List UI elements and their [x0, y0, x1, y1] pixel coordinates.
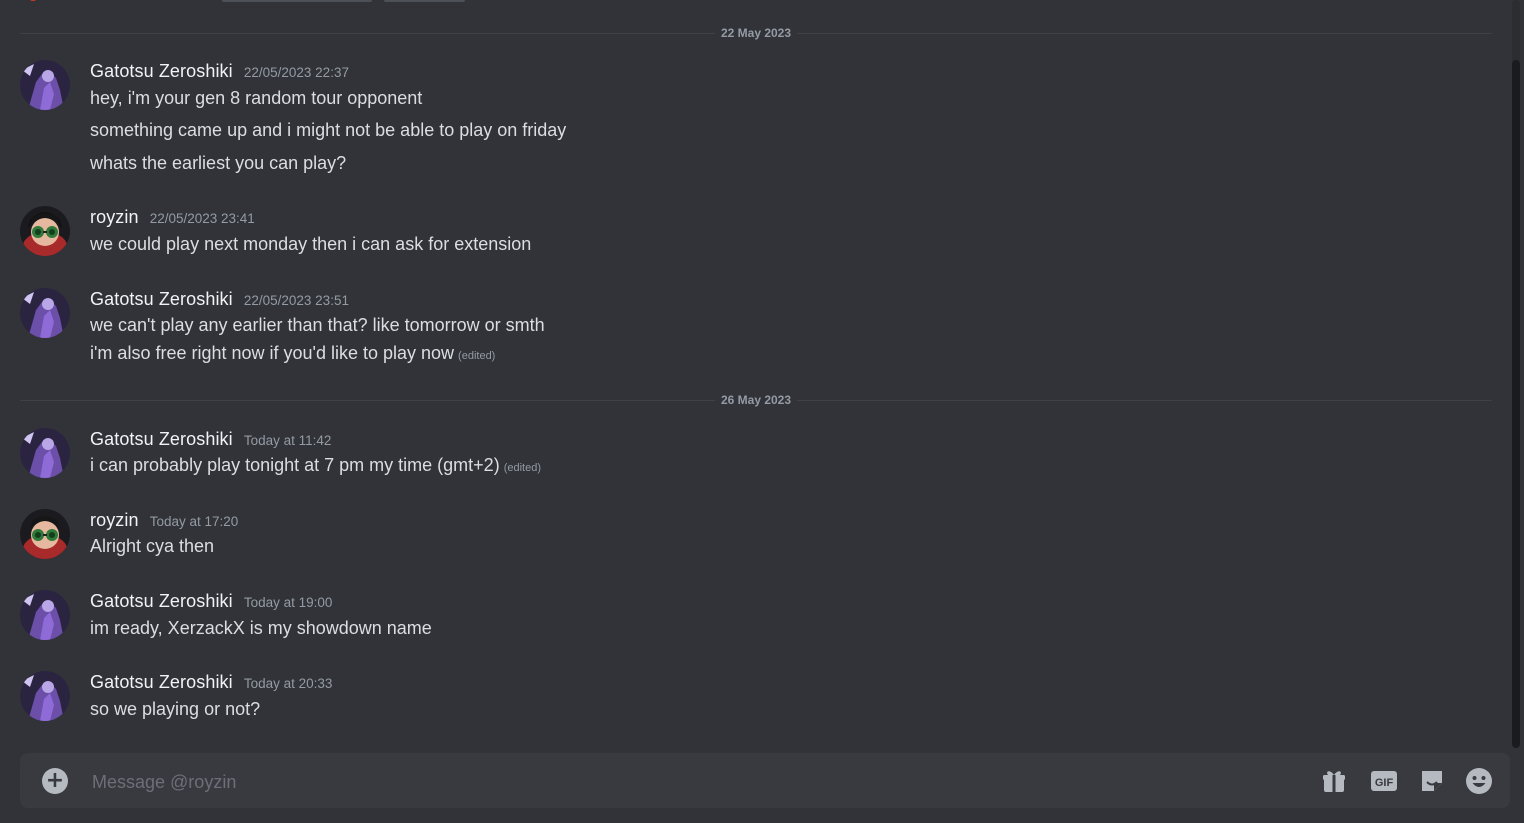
date-divider: 26 May 2023 — [20, 392, 1492, 408]
message-text: we could play next monday then i can ask… — [90, 234, 532, 254]
toolbar-button-remnant[interactable] — [222, 0, 372, 2]
message-header: Gatotsu Zeroshiki 22/05/2023 22:37 — [90, 60, 349, 84]
plus-circle-icon[interactable]: + — [42, 768, 68, 794]
username[interactable]: Gatotsu Zeroshiki — [90, 289, 233, 309]
status-dot — [30, 0, 36, 1]
message-text: im ready, XerzackX is my showdown name — [90, 618, 432, 638]
message-header: Gatotsu Zeroshiki Today at 11:42 — [90, 428, 331, 452]
avatar-gatotsu-image — [20, 671, 70, 721]
message-group: Gatotsu Zeroshiki 22/05/2023 22:37 hey, … — [0, 60, 1490, 180]
timestamp: 22/05/2023 22:37 — [243, 65, 349, 80]
username[interactable]: Gatotsu Zeroshiki — [90, 429, 233, 449]
date-divider-label: 26 May 2023 — [714, 392, 798, 408]
message-text: i can probably play tonight at 7 pm my t… — [90, 455, 500, 475]
timestamp: Today at 19:00 — [243, 595, 333, 610]
message-text: whats the earliest you can play? — [90, 153, 347, 173]
message-text: something came up and i might not be abl… — [90, 120, 567, 140]
gift-icon[interactable] — [1320, 767, 1348, 795]
gif-icon[interactable]: GIF — [1370, 767, 1398, 795]
message-text: so we playing or not? — [90, 699, 261, 719]
username[interactable]: royzin — [90, 207, 139, 227]
avatar[interactable] — [20, 206, 70, 256]
message-text: Alright cya then — [90, 536, 215, 556]
top-toolbar-remnant — [0, 0, 600, 4]
date-divider-label: 22 May 2023 — [714, 25, 798, 41]
message-text: hey, i'm your gen 8 random tour opponent — [90, 88, 423, 108]
username[interactable]: Gatotsu Zeroshiki — [90, 591, 233, 611]
message-group: Gatotsu Zeroshiki 22/05/2023 23:51 we ca… — [0, 288, 1490, 368]
message-group: Gatotsu Zeroshiki Today at 11:42 i can p… — [0, 428, 1490, 484]
username[interactable]: Gatotsu Zeroshiki — [90, 672, 233, 692]
message-text: i'm also free right now if you'd like to… — [90, 343, 455, 363]
emoji-icon[interactable] — [1465, 767, 1493, 795]
message-header: Gatotsu Zeroshiki 22/05/2023 23:51 — [90, 288, 349, 312]
username[interactable]: Gatotsu Zeroshiki — [90, 61, 233, 81]
gif-label: GIF — [1375, 777, 1394, 789]
message-header: Gatotsu Zeroshiki Today at 20:33 — [90, 671, 332, 695]
avatar-royzin-image — [20, 206, 70, 256]
message-header: Gatotsu Zeroshiki Today at 19:00 — [90, 590, 332, 614]
timestamp: 22/05/2023 23:51 — [243, 293, 349, 308]
avatar[interactable] — [20, 590, 70, 640]
message-group: royzin Today at 17:20 Alright cya then — [0, 509, 1490, 565]
timestamp: Today at 11:42 — [243, 433, 332, 448]
timestamp: 22/05/2023 23:41 — [149, 211, 255, 226]
message-input[interactable] — [90, 767, 1294, 797]
edited-label: (edited) — [503, 462, 541, 474]
avatar-gatotsu-image — [20, 60, 70, 110]
message-group: royzin 22/05/2023 23:41 we could play ne… — [0, 206, 1490, 262]
avatar-gatotsu-image — [20, 428, 70, 478]
date-divider: 22 May 2023 — [20, 25, 1492, 41]
avatar[interactable] — [20, 509, 70, 559]
message-group: Gatotsu Zeroshiki Today at 20:33 so we p… — [0, 671, 1490, 727]
message-text: we can't play any earlier than that? lik… — [90, 315, 545, 335]
edited-label: (edited) — [458, 350, 496, 362]
message-text-line: i can probably play tonight at 7 pm my t… — [90, 453, 541, 480]
timestamp: Today at 17:20 — [149, 514, 239, 529]
avatar[interactable] — [20, 60, 70, 110]
avatar-gatotsu-image — [20, 288, 70, 338]
avatar-gatotsu-image — [20, 590, 70, 640]
message-header: royzin 22/05/2023 23:41 — [90, 206, 255, 230]
message-header: royzin Today at 17:20 — [90, 509, 238, 533]
avatar[interactable] — [20, 671, 70, 721]
message-group: Gatotsu Zeroshiki Today at 19:00 im read… — [0, 590, 1490, 646]
avatar[interactable] — [20, 428, 70, 478]
message-composer: + GIF — [20, 753, 1510, 808]
avatar[interactable] — [20, 288, 70, 338]
toolbar-button-remnant[interactable] — [384, 0, 465, 2]
sticker-icon[interactable] — [1418, 767, 1446, 795]
timestamp: Today at 20:33 — [243, 676, 333, 691]
avatar-royzin-image — [20, 509, 70, 559]
message-text-line: i'm also free right now if you'd like to… — [90, 341, 495, 368]
username[interactable]: royzin — [90, 510, 139, 530]
scrollbar-thumb[interactable] — [1512, 60, 1520, 748]
